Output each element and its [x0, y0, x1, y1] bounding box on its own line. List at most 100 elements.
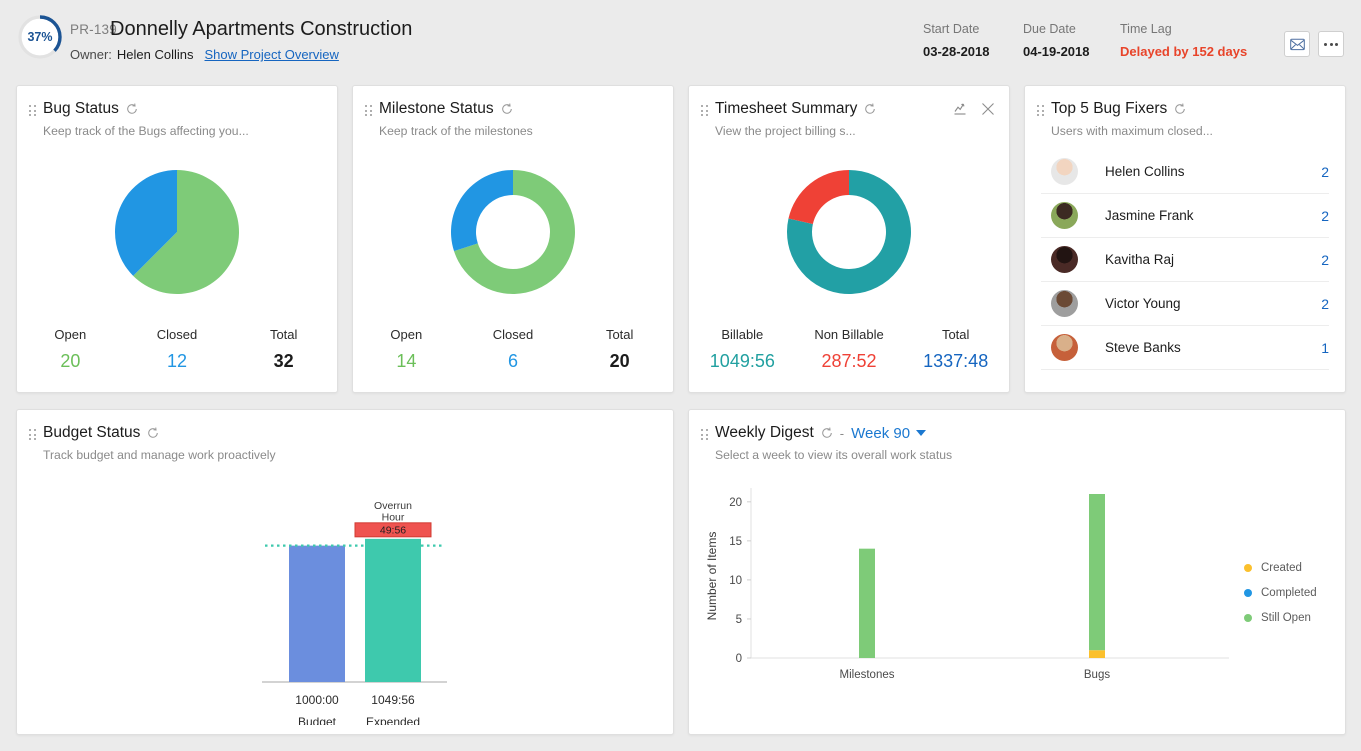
stat-label: Total — [269, 327, 298, 342]
stat-value: 287:52 — [821, 351, 877, 371]
y-axis-title: Number of Items — [705, 532, 719, 621]
refresh-icon[interactable] — [126, 103, 138, 115]
drag-handle-icon[interactable] — [29, 429, 36, 440]
close-icon[interactable] — [981, 102, 995, 116]
list-item[interactable]: Jasmine Frank 2 — [1041, 194, 1329, 238]
stat-value: 6 — [508, 351, 519, 371]
chevron-down-icon — [916, 430, 927, 436]
card-title-text: Top 5 Bug Fixers — [1051, 100, 1168, 117]
line-chart-icon[interactable] — [954, 102, 968, 116]
more-options-icon — [1324, 42, 1338, 46]
stat-open: Open 14 — [353, 327, 460, 372]
card-title-text: Budget Status — [43, 424, 141, 441]
stat-label: Open — [54, 327, 87, 342]
stat-label: Billable — [721, 327, 764, 342]
list-item[interactable]: Steve Banks 1 — [1041, 326, 1329, 370]
drag-handle-icon[interactable] — [1037, 105, 1044, 116]
drag-handle-icon[interactable] — [701, 105, 708, 116]
stat-value: 20 — [609, 351, 630, 371]
card-subtitle: Users with maximum closed... — [1051, 124, 1213, 138]
legend-label: Still Open — [1261, 611, 1311, 624]
card-bug-status: Bug Status Keep track of the Bugs affect… — [16, 85, 338, 393]
user-name: Kavitha Raj — [1105, 252, 1175, 267]
card-subtitle: Track budget and manage work proactively — [43, 448, 276, 462]
stat-label: Total — [605, 327, 634, 342]
stat-value: 1337:48 — [923, 351, 989, 371]
title-separator: - — [839, 425, 845, 441]
stat-value: 12 — [166, 351, 188, 371]
mail-button[interactable] — [1284, 31, 1310, 57]
card-budget-status: Budget Status Track budget and manage wo… — [16, 409, 674, 735]
weekly-digest-bar-chart: 0 5 10 15 20 Number of Items Milestones Bugs — [699, 470, 1239, 715]
closed-bug-count: 2 — [1321, 295, 1329, 312]
user-name: Jasmine Frank — [1105, 208, 1194, 223]
y-tick-label: 15 — [729, 536, 742, 548]
avatar-kavitha-raj — [1051, 246, 1078, 273]
legend-label: Created — [1261, 561, 1302, 574]
refresh-icon[interactable] — [1174, 103, 1186, 115]
card-milestone-status: Milestone Status Keep track of the miles… — [352, 85, 674, 393]
bar-category-label: Expended — [366, 715, 420, 725]
avatar-helen-collins — [1051, 158, 1078, 185]
overrun-value: 49:56 — [380, 525, 406, 537]
show-project-overview-link[interactable]: Show Project Overview — [205, 47, 339, 62]
card-header: Budget Status Track budget and manage wo… — [17, 410, 673, 462]
card-weekly-digest: Weekly Digest - Week 90 Select a week to… — [688, 409, 1346, 735]
owner-label: Owner: — [70, 47, 112, 62]
closed-bug-count: 2 — [1321, 207, 1329, 224]
bar-segment-bugs-still-open — [1089, 494, 1105, 651]
drag-handle-icon[interactable] — [701, 429, 708, 440]
avatar-steve-banks — [1051, 334, 1078, 361]
refresh-icon[interactable] — [821, 427, 833, 439]
legend-label: Completed — [1261, 586, 1317, 599]
list-item[interactable]: Victor Young 2 — [1041, 282, 1329, 326]
time-lag-value: Delayed by 152 days — [1120, 44, 1248, 59]
stat-non-billable: Non Billable 287:52 — [796, 327, 903, 372]
stat-value: 14 — [396, 351, 417, 371]
start-date-value: 03-28-2018 — [923, 44, 990, 59]
bug-fixers-list: Helen Collins 2 Jasmine Frank 2 Kavitha Raj 2… — [1041, 150, 1329, 370]
timesheet-summary-donut-chart — [689, 166, 1009, 298]
mail-icon — [1289, 38, 1305, 50]
card-title: Budget Status — [43, 424, 657, 442]
card-header: Milestone Status Keep track of the miles… — [353, 86, 673, 138]
stat-label: Open — [390, 327, 423, 342]
page-title: Donnelly Apartments Construction — [110, 18, 413, 40]
project-progress-ring: 37% — [17, 14, 63, 60]
milestone-status-donut-chart — [353, 166, 673, 298]
overrun-label-line1: Overrun — [374, 500, 412, 512]
stat-total: Total 20 — [566, 327, 673, 372]
refresh-icon[interactable] — [864, 103, 876, 115]
card-header: Weekly Digest - Week 90 Select a week to… — [689, 410, 1345, 462]
card-header: Timesheet Summary View the project billi… — [689, 86, 1009, 138]
list-item[interactable]: Kavitha Raj 2 — [1041, 238, 1329, 282]
stat-billable: Billable 1049:56 — [689, 327, 796, 372]
week-selector[interactable]: Week 90 — [851, 424, 927, 442]
week-selector-label: Week 90 — [851, 424, 911, 442]
budget-status-bar-chart: 49:56 Overrun Hour 1000:00 Budget 1049:56 Expe… — [17, 470, 673, 729]
stat-value: 1049:56 — [709, 351, 775, 371]
drag-handle-icon[interactable] — [29, 105, 36, 116]
overrun-label-line2: Hour — [382, 511, 405, 523]
time-lag-label: Time Lag — [1120, 22, 1172, 36]
more-options-button[interactable] — [1318, 31, 1344, 57]
refresh-icon[interactable] — [147, 427, 159, 439]
card-actions — [954, 102, 995, 116]
legend-swatch — [1244, 563, 1252, 572]
timesheet-summary-stats: Billable 1049:56 Non Billable 287:52 Tot… — [689, 327, 1009, 372]
card-title: Weekly Digest - Week 90 — [715, 424, 1329, 442]
drag-handle-icon[interactable] — [365, 105, 372, 116]
legend-item[interactable]: Completed — [1244, 580, 1317, 605]
due-date-block: Due Date 04-19-2018 — [1023, 22, 1090, 59]
legend-item[interactable]: Still Open — [1244, 605, 1317, 630]
start-date-label: Start Date — [923, 22, 980, 36]
refresh-icon[interactable] — [501, 103, 513, 115]
owner-name: Helen Collins — [116, 47, 194, 62]
x-category-label: Milestones — [840, 669, 895, 681]
y-tick-label: 0 — [736, 653, 742, 665]
list-item[interactable]: Helen Collins 2 — [1041, 150, 1329, 194]
y-tick-label: 20 — [729, 497, 742, 509]
milestone-status-stats: Open 14 Closed 6 Total 20 — [353, 327, 673, 372]
avatar-jasmine-frank — [1051, 202, 1078, 229]
legend-item[interactable]: Created — [1244, 555, 1317, 580]
